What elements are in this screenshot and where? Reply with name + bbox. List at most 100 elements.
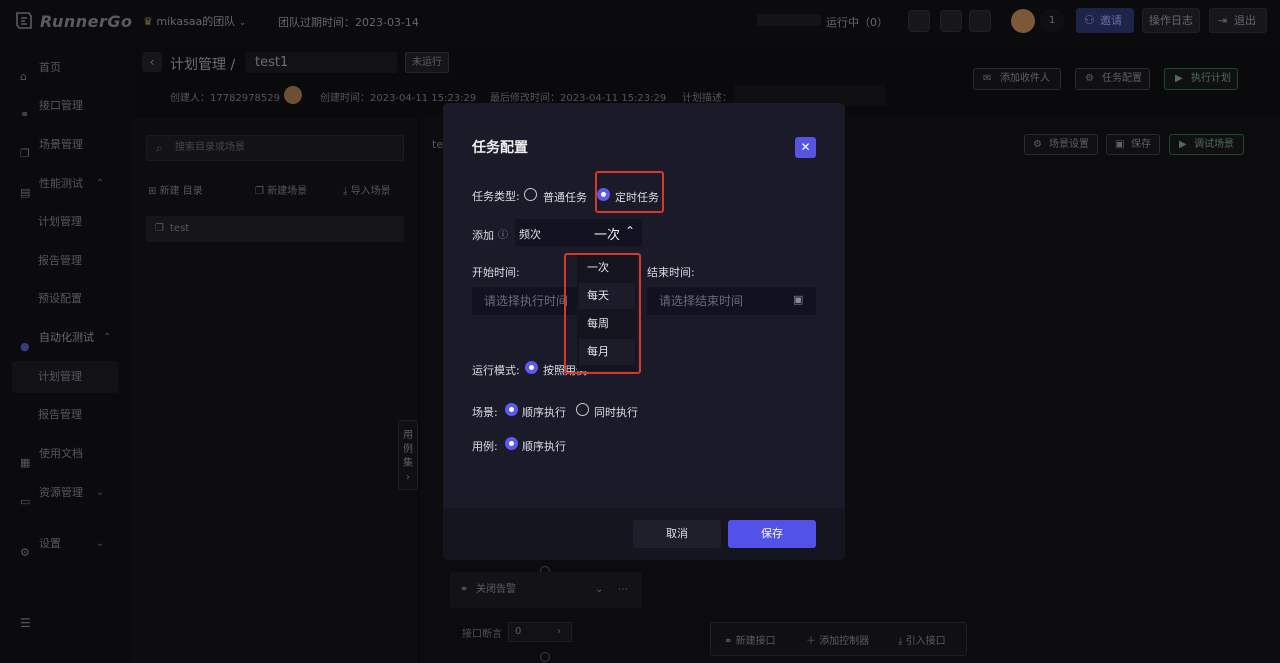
plus-icon: ＋ [806, 636, 820, 647]
logout-icon: ⇥ [1218, 14, 1228, 27]
link-icon: ⚭ [20, 108, 30, 121]
run-progress-bar [757, 14, 821, 26]
radio-run-mode[interactable] [525, 361, 538, 374]
layers-icon: ❐ [20, 147, 30, 160]
scene-tree-panel [132, 118, 417, 663]
sidebar-item-performance[interactable]: ▤ 性能测试 ⌃ [0, 168, 130, 200]
operation-log-button[interactable]: 操作日志 [1142, 8, 1200, 33]
sidebar-item-home[interactable]: ⌂ 首页 [0, 52, 130, 84]
end-time-input[interactable]: 请选择结束时间 [647, 287, 816, 315]
scene-parallel-label: 同时执行 [594, 406, 638, 419]
node-connector[interactable] [540, 652, 550, 662]
scene-node[interactable]: ⚭ 关闭告警 ⌄ ⋯ [450, 572, 642, 608]
home-icon: ⌂ [20, 70, 27, 83]
chevron-up-icon: ⌃ [625, 224, 636, 238]
sidebar-item-perf-report[interactable]: 报告管理 [0, 245, 130, 277]
modal-title: 任务配置 [472, 140, 528, 156]
case-label: 用例: [472, 440, 498, 453]
chart-icon: ▤ [20, 186, 31, 199]
plan-name-field[interactable]: test1 [245, 52, 397, 73]
sidebar-item-perf-plan[interactable]: 计划管理 [0, 206, 130, 238]
radio-scene-parallel[interactable] [576, 403, 589, 416]
add-recipient-button[interactable]: ✉ 添加收件人 [973, 68, 1061, 90]
add-label: 添加 [472, 229, 494, 242]
toolbar-settings-icon[interactable] [940, 10, 962, 32]
crown-icon: ♛ [143, 15, 153, 28]
exit-button[interactable]: ⇥ 退出 [1209, 8, 1267, 33]
sidebar-item-preset[interactable]: 预设配置 [0, 283, 130, 315]
team-switcher[interactable]: ♛ mikasaa的团队 ⌄ [143, 13, 246, 29]
status-badge: 未运行 [405, 52, 449, 73]
assert-count[interactable]: 0 › [508, 622, 572, 642]
highlight-box [595, 171, 664, 213]
creator-avatar [284, 86, 302, 104]
collapse-menu-icon[interactable]: ☰ [20, 616, 34, 630]
scene-icon: ❐ [155, 223, 164, 234]
runnergo-logo-icon [16, 12, 32, 29]
sidebar-item-automation[interactable]: ● 自动化测试 ⌃ [0, 322, 130, 354]
chevron-down-icon: ⌄ [238, 18, 247, 28]
sidebar-item-resources[interactable]: ▭ 资源管理 ⌄ [0, 477, 130, 509]
start-time-input[interactable]: 请选择执行时间 [472, 287, 577, 315]
app-logo-text: RunnerGo [40, 12, 133, 31]
chevron-down-icon: ⌄ [96, 487, 105, 498]
user-count-badge: 1 [1040, 9, 1064, 33]
running-count[interactable]: 运行中（0） [826, 14, 888, 30]
new-scene-button[interactable]: ❐ 新建场景 [255, 182, 307, 197]
task-config-button[interactable]: ⚙ 任务配置 [1075, 68, 1150, 90]
chevron-right-icon: › [557, 626, 561, 637]
save-icon: ▣ [1115, 139, 1125, 150]
more-icon[interactable]: ⋯ [618, 572, 628, 608]
import-api-button[interactable]: ⤓ 引入接口 [898, 632, 946, 647]
sidebar-item-settings[interactable]: ⚙ 设置 ⌄ [0, 528, 130, 560]
exit-label: 退出 [1234, 14, 1256, 27]
scene-add-icon: ❐ [255, 186, 268, 197]
search-input[interactable]: ⌕ 搜索目录或场景 [146, 135, 404, 161]
chevron-up-icon: ⌃ [96, 178, 105, 189]
cancel-button[interactable]: 取消 [633, 520, 721, 548]
sidebar-item-auto-plan[interactable]: 计划管理 [12, 361, 118, 393]
sidebar-item-scene[interactable]: ❐ 场景管理 [0, 129, 130, 161]
breadcrumb: 计划管理 / [170, 57, 236, 73]
scene-tab-label[interactable]: te [432, 138, 443, 151]
search-icon: ⌕ [156, 141, 163, 155]
case-set-tab[interactable]: 用例集 › [398, 420, 418, 490]
radio-case-sequential[interactable] [505, 437, 518, 450]
tree-item[interactable]: ❐ test [146, 216, 404, 242]
new-api-button[interactable]: ⚭ 新建接口 [724, 632, 776, 647]
radio-scene-sequential[interactable] [505, 403, 518, 416]
close-icon[interactable]: ✕ [795, 137, 816, 158]
import-scene-button[interactable]: ⤓ 导入场景 [343, 182, 391, 197]
scene-settings-button[interactable]: ⚙ 场景设置 [1024, 134, 1098, 155]
invite-button[interactable]: ⚇ 邀请 [1076, 8, 1134, 33]
run-plan-button[interactable]: ▶ 执行计划 [1164, 68, 1238, 90]
highlight-box [564, 253, 641, 374]
new-folder-button[interactable]: ⊞ 新建 目录 [148, 182, 203, 197]
radio-normal-task[interactable] [524, 188, 537, 201]
add-controller-button[interactable]: ＋ 添加控制器 [806, 632, 869, 647]
task-config-modal: 任务配置 ✕ 任务类型: 普通任务 定时任务 添加 ⓘ 频次 一次 ⌃ 开始时间… [443, 103, 845, 560]
toolbar-grid-icon[interactable] [908, 10, 930, 32]
debug-scene-button[interactable]: ▶ 调试场景 [1169, 134, 1244, 155]
case-sequential-label: 顺序执行 [522, 440, 566, 453]
save-scene-button[interactable]: ▣ 保存 [1106, 134, 1160, 155]
creator-text: 创建人：17782978529 [170, 93, 280, 104]
back-button[interactable]: ‹ [142, 52, 162, 72]
scene-label: 场景: [472, 406, 498, 419]
gear-icon: ⚙ [20, 546, 30, 559]
frequency-label: 频次 [519, 228, 541, 241]
sidebar-item-api[interactable]: ⚭ 接口管理 [0, 90, 130, 122]
mail-icon: ✉ [983, 73, 992, 84]
modified-time: 最后修改时间：2023-04-11 15:23:29 [490, 93, 667, 104]
sidebar-item-auto-report[interactable]: 报告管理 [0, 399, 130, 431]
link-icon: ⚭ [724, 636, 736, 647]
start-time-label: 开始时间: [472, 266, 520, 279]
scene-sequential-label: 顺序执行 [522, 406, 566, 419]
help-icon[interactable]: ⓘ [498, 226, 508, 241]
user-avatar[interactable] [1011, 9, 1035, 33]
toolbar-doc-icon[interactable] [969, 10, 991, 32]
save-button[interactable]: 保存 [728, 520, 816, 548]
sidebar-item-docs[interactable]: ▦ 使用文档 [0, 438, 130, 470]
assert-label: 接口断言 [462, 629, 502, 640]
folder-add-icon: ⊞ [148, 186, 160, 197]
